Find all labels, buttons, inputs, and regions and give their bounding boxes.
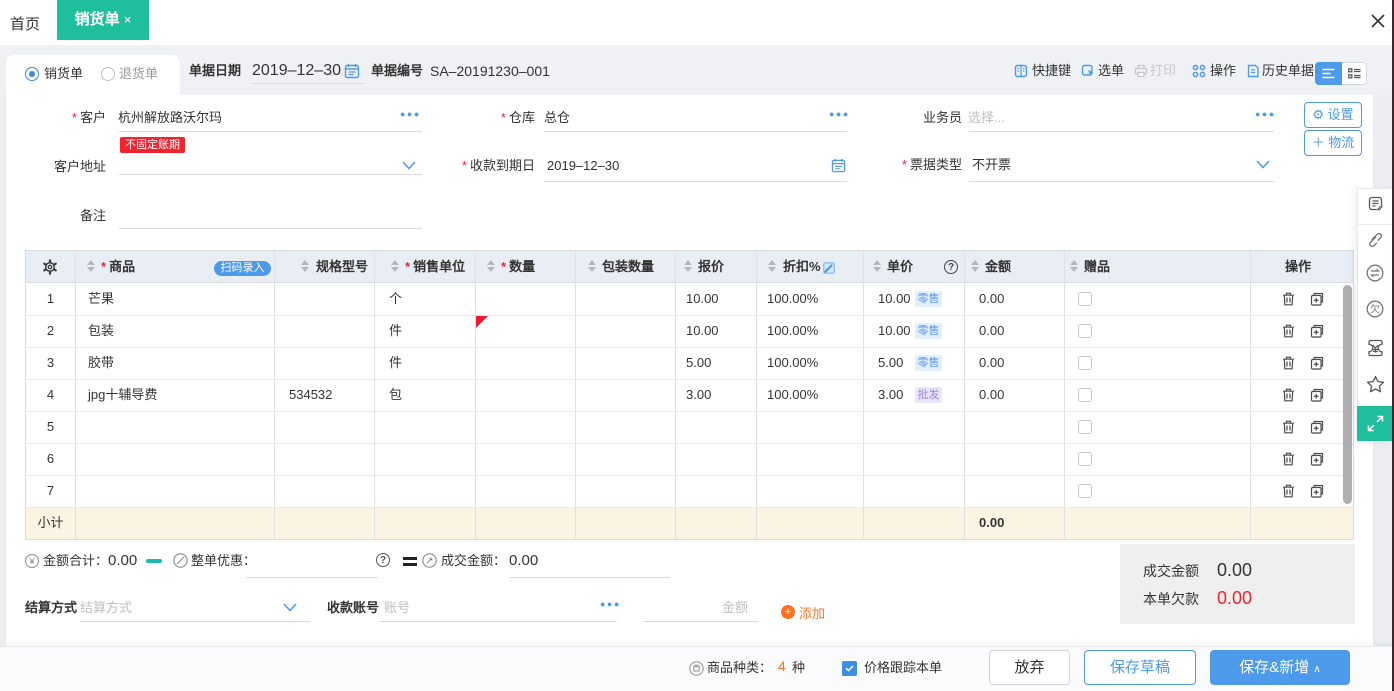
svg-text:欠: 欠 (1370, 303, 1380, 316)
